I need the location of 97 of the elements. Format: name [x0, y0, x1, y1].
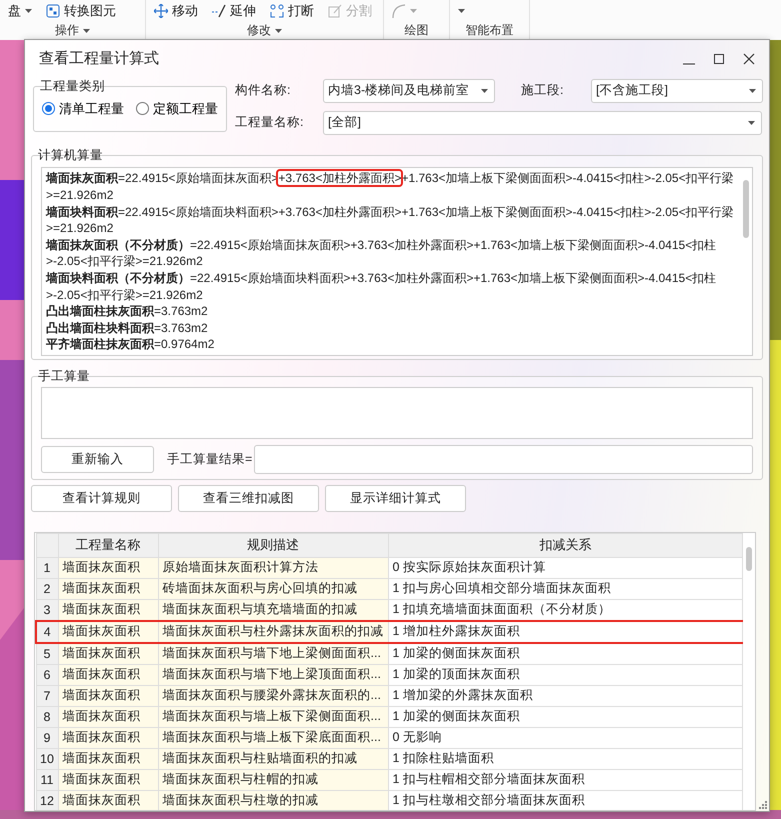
dropdown[interactable]: [不含施工段]: [591, 78, 763, 103]
row-number: 7: [36, 685, 58, 706]
table-cell: 墙面抹灰面积: [58, 599, 158, 621]
close-icon: [743, 52, 755, 65]
group-label: 绘图: [404, 22, 428, 39]
text-area[interactable]: [41, 387, 753, 440]
table-cell: 墙面抹灰面积: [58, 685, 158, 706]
caret-icon: [749, 88, 756, 93]
row-number: 12: [36, 790, 58, 810]
toolbar-button[interactable]: 移动: [154, 2, 198, 20]
convert-icon: [46, 4, 60, 18]
window-title: 查看工程量计算式: [38, 49, 160, 68]
caret-icon: [25, 9, 32, 13]
field-label: 工程量名称:: [235, 114, 304, 132]
row-number: 11: [36, 769, 58, 790]
action-button[interactable]: 显示详细计算式: [325, 484, 466, 512]
row-number: 9: [36, 727, 58, 748]
column-header[interactable]: 工程量名称: [58, 533, 158, 558]
table-cell: 墙面抹灰面积: [58, 642, 158, 664]
table-cell: 原始墙面抹灰面积计算方法: [158, 557, 388, 578]
table-cell: 墙面抹灰面积与填充墙墙面的扣减: [158, 599, 388, 621]
row-number: 10: [36, 748, 58, 770]
reset-button[interactable]: 重新输入: [41, 446, 154, 474]
column-header[interactable]: 规则描述: [158, 533, 388, 558]
radio-option[interactable]: 定额工程量: [136, 100, 218, 118]
minimize-icon: [683, 62, 695, 65]
row-number: 1: [36, 557, 58, 578]
dropdown[interactable]: 内墙3-楼梯间及电梯前室: [323, 78, 495, 103]
table-cell: 墙面抹灰面积与墙上板下梁底面面积...: [158, 727, 388, 748]
group-title: 工程量类别: [40, 78, 105, 94]
group-label: 智能布置: [466, 22, 514, 39]
dropdown[interactable]: [全部]: [323, 110, 762, 135]
table-cell: 1 加梁的侧面抹灰面积: [388, 642, 742, 664]
table-cell: 墙面抹灰面积: [58, 790, 158, 810]
table-cell: 0 无影响: [388, 727, 742, 748]
field-label: 构件名称:: [235, 82, 292, 100]
table-cell: 墙面抹灰面积: [58, 578, 158, 600]
table-cell: 墙面抹灰面积与柱贴墙面积的扣减: [158, 748, 388, 770]
toolbar-button[interactable]: 转换图元: [46, 2, 116, 20]
table-cell: 墙面抹灰面积与腰梁外露抹灰面积的...: [158, 685, 388, 706]
row-number: 6: [36, 664, 58, 686]
field-label: 手工算量结果=: [167, 451, 254, 468]
move-icon: [154, 4, 168, 18]
toolbar-button[interactable]: 打断: [270, 2, 314, 20]
table-cell: 墙面抹灰面积: [58, 748, 158, 770]
table-cell: 墙面抹灰面积: [58, 664, 158, 686]
row-number: 5: [36, 642, 58, 664]
table-cell: 墙面抹灰面积与墙下地上梁侧面面积...: [158, 642, 388, 664]
caret-icon: [275, 28, 282, 32]
table-cell: 墙面抹灰面积: [58, 769, 158, 790]
toolbar-button[interactable]: 延伸: [212, 2, 256, 20]
table-cell: 墙面抹灰面积与墙上板下梁侧面面积...: [158, 706, 388, 728]
table-cell: 1 扣与柱帽相交部分墙面抹灰面积: [388, 769, 742, 790]
field-label: 施工段:: [521, 82, 564, 100]
table-cell: 1 加梁的侧面抹灰面积: [388, 706, 742, 728]
resize-grip-icon: [759, 801, 767, 809]
toolbar-button[interactable]: [392, 4, 417, 18]
row-number: 2: [36, 578, 58, 600]
table-cell: 墙面抹灰面积: [58, 727, 158, 748]
extend-icon: [212, 4, 226, 18]
table-cell: 1 加梁的顶面抹灰面积: [388, 664, 742, 686]
table-cell: 墙面抹灰面积与柱墩的扣减: [158, 790, 388, 810]
table-cell: 墙面抹灰面积与柱帽的扣减: [158, 769, 388, 790]
action-button[interactable]: 查看计算规则: [31, 484, 172, 512]
caret-icon: [83, 28, 90, 32]
row-number: 8: [36, 706, 58, 728]
radio-option[interactable]: 清单工程量: [42, 100, 124, 118]
table-cell: 墙面抹灰面积与柱外露抹灰面积的扣减: [158, 620, 388, 643]
table-cell: 1 扣除柱贴墙面积: [388, 748, 742, 770]
group-label: 修改: [247, 22, 271, 39]
caret-icon: [458, 9, 465, 13]
table-cell: 墙面抹灰面积: [58, 620, 158, 643]
action-button[interactable]: 查看三维扣减图: [178, 484, 319, 512]
table-cell: 砖墙面抹灰面积与房心回填的扣减: [158, 578, 388, 600]
input-field[interactable]: [254, 445, 753, 474]
break-icon: [270, 4, 284, 18]
group-title: 手工算量: [38, 368, 90, 384]
column-header[interactable]: 扣减关系: [388, 533, 742, 558]
arc-icon: [392, 4, 406, 18]
group-title: 计算机算量: [38, 147, 103, 164]
row-number: 3: [36, 599, 58, 621]
caret-icon: [410, 9, 417, 13]
toolbar-button[interactable]: 盘: [8, 2, 32, 20]
caret-icon: [481, 88, 488, 93]
table-cell: 1 扣与房心回填相交部分墙面抹灰面积: [388, 578, 742, 600]
table-cell: 1 增加柱外露抹灰面积: [388, 620, 742, 643]
caret-icon: [748, 120, 755, 125]
header-cell: [36, 533, 58, 558]
group-label: 操作: [55, 22, 79, 39]
table-cell: 1 增加梁的外露抹灰面积: [388, 685, 742, 706]
table-cell: 墙面抹灰面积: [58, 706, 158, 728]
row-number: 4: [36, 620, 58, 643]
table-cell: 墙面抹灰面积: [58, 557, 158, 578]
table-cell: 0 按实际原始抹灰面积计算: [388, 557, 742, 578]
split-icon: [328, 4, 342, 18]
table-cell: 墙面抹灰面积与墙下地上梁顶面面积...: [158, 664, 388, 686]
maximize-icon: [713, 52, 725, 65]
